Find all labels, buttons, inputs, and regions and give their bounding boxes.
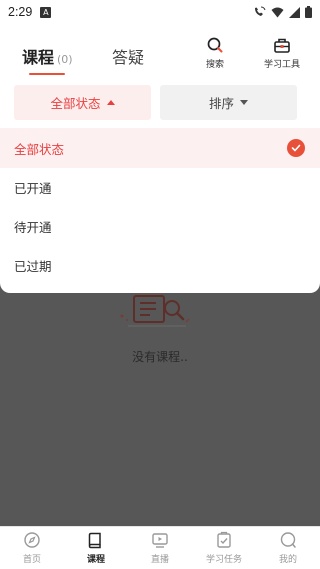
task-icon: [217, 531, 231, 548]
profile-icon: [280, 532, 296, 548]
nav-home-label: 首页: [22, 555, 41, 565]
caret-up-icon: [106, 100, 115, 105]
status-option-label: 已开通: [14, 180, 52, 196]
nav-courses-label: 课程: [86, 555, 105, 565]
check-icon: [287, 139, 305, 157]
status-option-label: 待开通: [14, 219, 52, 235]
nav-home[interactable]: 首页: [0, 531, 64, 565]
active-tab-indicator: [29, 73, 65, 75]
nav-live-label: 直播: [150, 555, 169, 565]
nav-profile[interactable]: 我的: [256, 531, 320, 565]
notification-a-icon: A: [40, 6, 52, 18]
caret-down-icon: [240, 100, 248, 105]
bottom-nav: 首页 课程 直播 学习任务 我的: [0, 526, 320, 569]
status-option-pending[interactable]: 待开通: [0, 206, 320, 246]
sort-button[interactable]: 排序: [160, 85, 297, 120]
nav-tasks[interactable]: 学习任务: [192, 531, 256, 565]
compass-icon: [24, 532, 40, 548]
empty-courses-illustration: [120, 295, 190, 327]
nav-courses[interactable]: 课程: [64, 531, 128, 565]
search-icon: [207, 37, 223, 53]
status-option-expired[interactable]: 已过期: [0, 245, 320, 285]
tab-courses-label: 课程: [22, 48, 55, 67]
status-option-activated[interactable]: 已开通: [0, 167, 320, 207]
nav-live[interactable]: 直播: [128, 531, 192, 565]
battery-icon: [305, 6, 312, 18]
tab-qa[interactable]: 答疑: [112, 44, 144, 68]
live-icon: [152, 533, 168, 548]
search-label: 搜索: [205, 60, 224, 70]
status-time: 2:29: [8, 5, 33, 19]
signal-icon: [289, 6, 300, 18]
tab-courses[interactable]: 课程 (0): [22, 44, 73, 68]
status-option-all[interactable]: 全部状态: [0, 128, 320, 168]
study-tools-label: 学习工具: [263, 60, 300, 70]
wifi-icon: [271, 7, 284, 17]
book-icon: [88, 532, 101, 549]
status-bar: 2:29 A: [0, 0, 320, 24]
status-option-label: 已过期: [14, 258, 52, 274]
course-count: (0): [57, 53, 73, 66]
search-button[interactable]: 搜索: [191, 36, 239, 70]
wifi-calling-icon: [255, 6, 266, 16]
nav-profile-label: 我的: [278, 555, 297, 565]
status-filter-label: 全部状态: [50, 96, 101, 111]
toolbox-icon: [274, 38, 290, 53]
status-filter-button[interactable]: 全部状态: [14, 85, 151, 120]
status-option-label: 全部状态: [14, 141, 65, 157]
header: 课程 (0) 答疑 搜索 学习工具: [0, 24, 320, 80]
sort-label: 排序: [208, 96, 234, 111]
filter-row: 全部状态 排序: [0, 80, 320, 126]
status-icons: [253, 6, 312, 18]
status-dropdown: 全部状态 已开通 待开通 已过期: [0, 126, 320, 293]
study-tools-button[interactable]: 学习工具: [258, 36, 306, 70]
empty-state-text: 没有课程..: [132, 350, 188, 364]
nav-tasks-label: 学习任务: [205, 555, 242, 565]
